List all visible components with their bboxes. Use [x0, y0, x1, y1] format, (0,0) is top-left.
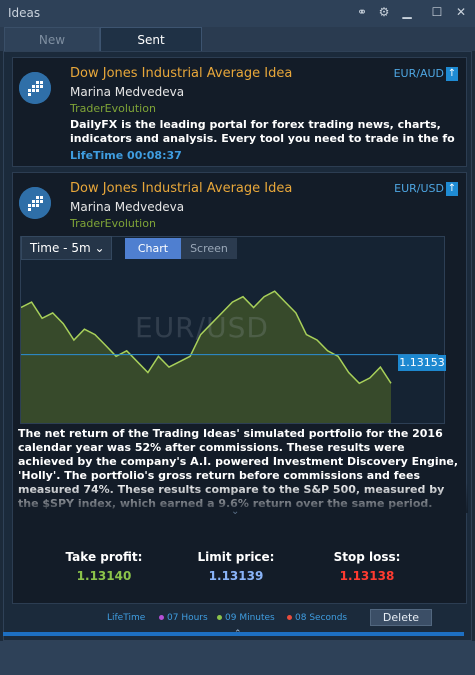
footer-seconds: 08 Seconds — [287, 613, 347, 623]
seconds-label: 08 Seconds — [295, 613, 348, 623]
status-bar — [0, 641, 475, 675]
hours-dot — [159, 615, 164, 620]
close-icon[interactable]: ✕ — [454, 5, 468, 19]
footer-lifetime: LifeTime — [107, 613, 146, 623]
footer-minutes: 09 Minutes — [217, 613, 275, 623]
chart-watermark: EUR/USD — [135, 311, 269, 344]
hours-label: 07 Hours — [167, 613, 208, 623]
limit-price: Limit price: 1.13139 — [176, 550, 296, 583]
minutes-dot — [217, 615, 222, 620]
idea-source: TraderEvolution — [70, 217, 156, 230]
price-chart — [21, 290, 438, 423]
idea-title: Dow Jones Industrial Average Idea — [70, 66, 293, 81]
collapse-handle-icon[interactable]: ⌃ — [234, 629, 242, 639]
symbol-pair[interactable]: EUR/USD ↑ — [394, 182, 458, 196]
arrow-up-icon: ↑ — [446, 67, 458, 81]
idea-description-line2: indicators and analysis. Every tool you … — [70, 132, 455, 145]
footer-hours: 07 Hours — [159, 613, 208, 623]
take-profit-label: Take profit: — [65, 550, 143, 564]
arrow-up-icon: ↑ — [446, 182, 458, 196]
settings-icon[interactable]: ⚙ — [377, 5, 391, 19]
window-titlebar: Ideas ⚭ ⚙ ▁ ☐ ✕ — [0, 0, 475, 27]
tab-bar: New Sent — [0, 27, 475, 51]
idea-card[interactable]: Dow Jones Industrial Average Idea Marina… — [12, 172, 468, 626]
symbol-pair[interactable]: EUR/AUD ↑ — [394, 67, 458, 81]
idea-source: TraderEvolution — [70, 102, 156, 115]
idea-description-line1: DailyFX is the leading portal for forex … — [70, 118, 441, 131]
tab-sent[interactable]: Sent — [100, 27, 202, 51]
idea-author: Marina Medvedeva — [70, 200, 185, 214]
tab-screen[interactable]: Screen — [181, 238, 237, 259]
tab-chart[interactable]: Chart — [125, 238, 181, 259]
limit-price-value: 1.13139 — [208, 569, 264, 583]
stop-loss: Stop loss: 1.13138 — [307, 550, 427, 583]
chevron-down-icon: ⌄ — [94, 241, 105, 255]
delete-button[interactable]: Delete — [370, 609, 432, 626]
text-fade — [13, 483, 468, 513]
maximize-icon[interactable]: ☐ — [430, 5, 444, 19]
time-selector-label: Time - 5m — [30, 241, 91, 255]
logo-icon — [19, 187, 51, 219]
take-profit: Take profit: 1.13140 — [44, 550, 164, 583]
stop-loss-value: 1.13138 — [339, 569, 395, 583]
time-selector[interactable]: Time - 5m ⌄ — [21, 236, 112, 260]
window-title: Ideas — [8, 6, 41, 20]
pair-label: EUR/AUD — [393, 67, 444, 80]
current-price-badge: 1.13153 — [398, 355, 446, 371]
pair-label: EUR/USD — [394, 182, 444, 195]
tab-new[interactable]: New — [4, 27, 100, 51]
ideas-list: Dow Jones Industrial Average Idea Marina… — [3, 51, 472, 641]
avatar — [19, 187, 51, 219]
stop-loss-label: Stop loss: — [333, 550, 401, 564]
lifetime-label: LifeTime 00:08:37 — [70, 149, 182, 162]
avatar — [19, 72, 51, 104]
idea-author: Marina Medvedeva — [70, 85, 185, 99]
minutes-label: 09 Minutes — [225, 613, 275, 623]
logo-icon — [19, 72, 51, 104]
expand-chevron-icon[interactable]: ⌄ — [231, 506, 239, 517]
seconds-dot — [287, 615, 292, 620]
idea-title: Dow Jones Industrial Average Idea — [70, 181, 293, 196]
link-icon[interactable]: ⚭ — [355, 5, 369, 19]
minimize-icon[interactable]: ▁ — [400, 5, 414, 19]
take-profit-value: 1.13140 — [76, 569, 132, 583]
idea-card[interactable]: Dow Jones Industrial Average Idea Marina… — [12, 57, 467, 167]
limit-price-label: Limit price: — [197, 550, 275, 564]
